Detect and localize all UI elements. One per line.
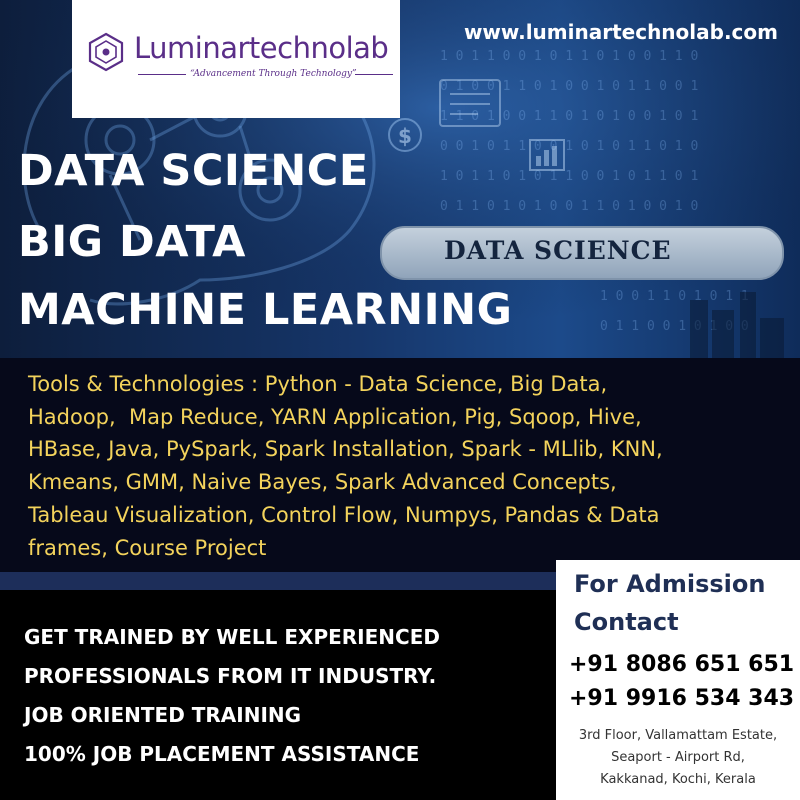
- phone-number[interactable]: +91 9916 534 343: [569, 686, 794, 711]
- hero-banner: 1 0 1 1 0 0 1 0 1 1 0 1 0 0 1 1 0 0 1 0 …: [0, 0, 800, 360]
- svg-text:0 1 1 0 1 0 1 0 0 1 1 0 1 0 0: 0 1 1 0 1 0 1 0 0 1 1 0 1 0 0 1 0: [440, 199, 698, 214]
- divider-strip: [0, 572, 560, 590]
- svg-text:$: $: [398, 124, 412, 148]
- tools-line: Hadoop, Map Reduce, YARN Application, Pi…: [28, 404, 642, 429]
- promo-panel: [0, 590, 556, 800]
- address-line: Kakkanad, Kochi, Kerala: [600, 772, 756, 787]
- data-science-pill-text: DATA SCIENCE: [444, 236, 672, 265]
- contact-title: Contact: [574, 608, 679, 636]
- svg-text:1 1 0 1 0 0 1 1 0 1 0 1 0 0 1: 1 1 0 1 0 0 1 1 0 1 0 1 0 0 1 0 1: [440, 109, 698, 124]
- headline-data-science: DATA SCIENCE: [18, 146, 369, 196]
- contact-title: For Admission: [574, 570, 766, 598]
- headline-machine-learning: MACHINE LEARNING: [18, 285, 513, 335]
- svg-text:1 0 0 1 1 0 1 0 1 1: 1 0 0 1 1 0 1 0 1 1: [600, 289, 749, 304]
- tools-line: Tableau Visualization, Control Flow, Num…: [28, 502, 660, 527]
- svg-text:0 1 0 0 1 1 0 1 0 0 1 0 1 1 0: 0 1 0 0 1 1 0 1 0 0 1 0 1 1 0 0 1: [440, 79, 698, 94]
- tools-line: Tools & Technologies : Python - Data Sci…: [28, 372, 608, 396]
- promo-line: JOB ORIENTED TRAINING: [24, 703, 302, 727]
- tagline-rule-left: [138, 74, 186, 75]
- phone-number[interactable]: +91 8086 651 651: [569, 652, 794, 677]
- website-link[interactable]: www.luminartechnolab.com: [464, 20, 778, 44]
- logo-box: Luminartechnolab “Advancement Through Te…: [72, 0, 400, 118]
- promo-line: PROFESSIONALS FROM IT INDUSTRY.: [24, 664, 437, 688]
- promo-line: GET TRAINED BY WELL EXPERIENCED: [24, 625, 440, 649]
- tools-line: frames, Course Project: [28, 535, 267, 560]
- brand-name: Luminartechnolab: [134, 31, 389, 65]
- tools-line: Kmeans, GMM, Naive Bayes, Spark Advanced…: [28, 470, 617, 495]
- address-line: 3rd Floor, Vallamattam Estate,: [578, 728, 778, 743]
- hexagon-logo-icon: [88, 32, 124, 72]
- svg-text:0 0 1 0 1 1 0 0 1 0 1 0 1 1 0: 0 0 1 0 1 1 0 0 1 0 1 0 1 1 0 1 0: [440, 139, 698, 154]
- tagline-rule-right: [355, 74, 393, 75]
- svg-text:1 0 1 1 0 1 0 1 1 0 0 1 0 1 1: 1 0 1 1 0 1 0 1 1 0 0 1 0 1 1 0 1: [440, 169, 698, 184]
- tools-technologies-text: Tools & Technologies : Python - Data Sci…: [28, 368, 708, 564]
- brand-tagline: “Advancement Through Technology”: [190, 69, 357, 79]
- svg-text:1 0 1 1 0 0 1 0 1 1 0 1 0 0 1: 1 0 1 1 0 0 1 0 1 1 0 1 0 0 1 1 0: [440, 49, 698, 64]
- tools-line: HBase, Java, PySpark, Spark Installation…: [28, 437, 663, 462]
- address-line: Seaport - Airport Rd,: [611, 750, 745, 765]
- headline-big-data: BIG DATA: [18, 217, 246, 267]
- promo-line: 100% JOB PLACEMENT ASSISTANCE: [24, 742, 420, 766]
- data-science-pill: DATA SCIENCE: [380, 226, 784, 280]
